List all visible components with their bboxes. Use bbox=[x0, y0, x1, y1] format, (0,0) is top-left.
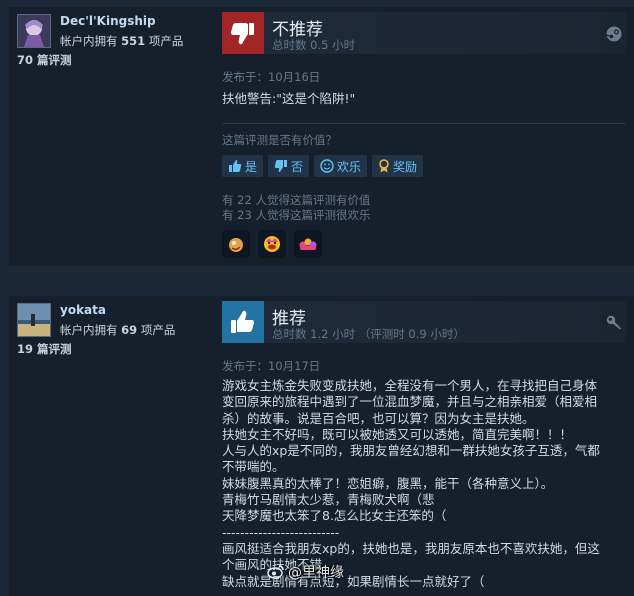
products-count: 69 bbox=[121, 323, 138, 337]
review-line: 游戏女主炼金失败变成扶她，全程没有一个男人，在寻找把自己身体 bbox=[222, 378, 598, 393]
vote-funny-label: 欢乐 bbox=[337, 159, 362, 174]
hours-played: 总时数 0.5 小时 bbox=[272, 38, 356, 52]
review-line: 变回原来的旅程中遇到了一位混血梦魔，并且与之相亲相爱（相爱相 bbox=[222, 394, 598, 410]
thumbs-up-icon bbox=[222, 301, 264, 343]
products-suffix: 项产品 bbox=[140, 323, 176, 337]
vote-yes-button[interactable]: 是 bbox=[222, 155, 264, 177]
award-label: 奖励 bbox=[393, 159, 418, 174]
review-line: 不带喘的。 bbox=[222, 459, 285, 475]
wrench-icon bbox=[606, 315, 622, 331]
reviews-count[interactable]: 70 篇评测 bbox=[17, 52, 72, 68]
award-icon-1[interactable] bbox=[222, 230, 250, 258]
posted-date: 发布于：10月17日 bbox=[222, 359, 321, 373]
review-line: 天降梦魔也太笨了8.怎么比女主还笨的（ bbox=[222, 508, 447, 524]
avatar[interactable] bbox=[17, 303, 51, 337]
vote-counts: 有 22 人觉得这篇评测有价值 有 23 人觉得这篇评测很欢乐 bbox=[222, 193, 370, 223]
products-owned: 帐户内拥有 69 项产品 bbox=[60, 322, 175, 338]
username[interactable]: Dec'l'Kingship bbox=[60, 14, 156, 28]
funny-count: 有 23 人觉得这篇评测很欢乐 bbox=[222, 208, 371, 222]
awards-row bbox=[222, 230, 322, 258]
award-ribbon-icon bbox=[378, 159, 390, 173]
review-line: 扶她女主不好吗，既可以被她透又可以透她，简直完美啊！！！ bbox=[222, 426, 573, 442]
recommendation-header[interactable]: 推荐 总时数 1.2 小时 （评测时 0.9 小时） bbox=[222, 301, 626, 343]
smiley-icon bbox=[320, 159, 334, 173]
review-line: 青梅竹马剧情太少惹，青梅败犬啊（悲 bbox=[222, 492, 435, 508]
award-icon-3[interactable] bbox=[294, 230, 322, 258]
watermark: @里神缘 bbox=[267, 562, 344, 583]
award-icon-2[interactable] bbox=[258, 230, 286, 258]
award-button[interactable]: 奖励 bbox=[372, 155, 424, 177]
vote-no-button[interactable]: 否 bbox=[268, 155, 310, 177]
thumbs-down-icon bbox=[274, 159, 288, 173]
username[interactable]: yokata bbox=[60, 303, 106, 317]
divider bbox=[222, 123, 626, 124]
review-line: 人与人的xp是不同的，我朋友曾经幻想和一群扶她女孩子互透，气都 bbox=[222, 443, 600, 459]
helpful-count: 有 22 人觉得这篇评测有价值 bbox=[222, 193, 371, 207]
products-count: 551 bbox=[121, 34, 146, 48]
helpful-question: 这篇评测是否有价值？ bbox=[222, 133, 337, 147]
watermark-text: @里神缘 bbox=[288, 565, 344, 581]
review-card: Dec'l'Kingship 帐户内拥有 551 项产品 70 篇评测 不推荐 … bbox=[9, 7, 634, 266]
steam-icon bbox=[606, 26, 622, 42]
posted-date: 发布于：10月16日 bbox=[222, 70, 321, 84]
avatar[interactable] bbox=[17, 14, 51, 48]
products-suffix: 项产品 bbox=[148, 34, 184, 48]
weibo-icon bbox=[267, 564, 285, 583]
reviews-count[interactable]: 19 篇评测 bbox=[17, 341, 72, 357]
hours-played: 总时数 1.2 小时 （评测时 0.9 小时） bbox=[272, 327, 465, 341]
review-text: 扶他警告:"这是个陷阱!" bbox=[222, 91, 356, 106]
review-line: 妹妹腹黑真的太棒了！恋姐癖，腹黑，能干（各种意义上）。 bbox=[222, 475, 554, 491]
vote-no-label: 否 bbox=[291, 159, 304, 174]
vote-buttons: 是 否 欢乐 奖励 bbox=[222, 155, 424, 177]
thumbs-down-icon bbox=[222, 12, 264, 54]
vote-yes-label: 是 bbox=[245, 159, 258, 174]
products-owned: 帐户内拥有 551 项产品 bbox=[60, 33, 183, 49]
products-prefix: 帐户内拥有 bbox=[60, 323, 118, 337]
review-line: -------------------------- bbox=[222, 524, 340, 540]
vote-funny-button[interactable]: 欢乐 bbox=[314, 155, 368, 177]
products-prefix: 帐户内拥有 bbox=[60, 34, 118, 48]
recommendation-header[interactable]: 不推荐 总时数 0.5 小时 bbox=[222, 12, 626, 54]
review-line: 画风挺适合我朋友xp的，扶她也是，我朋友原本也不喜欢扶她，但这 bbox=[222, 540, 600, 556]
review-card: yokata 帐户内拥有 69 项产品 19 篇评测 推荐 总时数 1.2 小时… bbox=[9, 296, 634, 596]
thumbs-up-icon bbox=[228, 159, 242, 173]
review-text: 游戏女主炼金失败变成扶她，全程没有一个男人，在寻找把自己身体 变回原来的旅程中遇… bbox=[222, 378, 600, 590]
review-line: 杀）的故事。说是百合吧，也可以算？因为女主是扶她。 bbox=[222, 410, 535, 426]
